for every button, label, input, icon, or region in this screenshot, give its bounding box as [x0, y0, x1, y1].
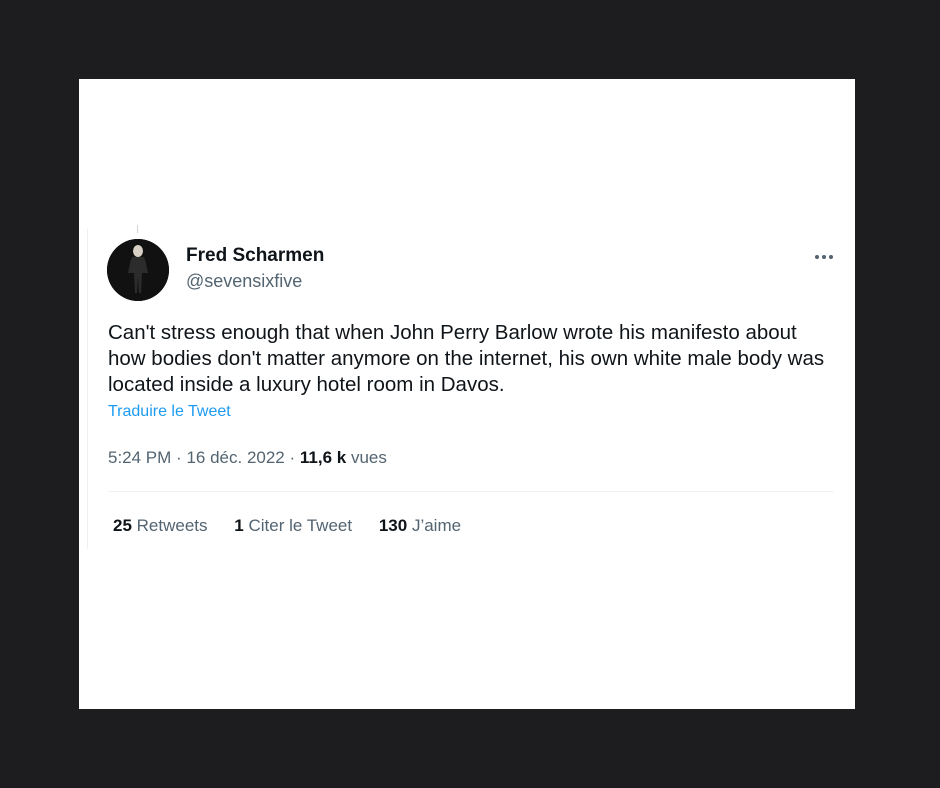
avatar[interactable] [107, 239, 169, 301]
retweets-count: 25 [113, 516, 132, 535]
translate-link[interactable]: Traduire le Tweet [108, 403, 231, 421]
screenshot-card: Fred Scharmen @sevensixfive Can't stress… [79, 79, 855, 709]
divider [108, 491, 834, 492]
meta-separator: · [176, 448, 182, 467]
likes-stat[interactable]: 130 J’aime [379, 516, 461, 536]
meta-separator: · [289, 448, 296, 467]
more-options-icon[interactable] [809, 247, 839, 267]
person-silhouette-icon [107, 239, 169, 301]
thread-line [87, 229, 88, 549]
retweets-label: Retweets [136, 516, 208, 535]
quotes-count: 1 [234, 516, 244, 535]
author-handle[interactable]: @sevensixfive [186, 271, 302, 292]
tweet: Fred Scharmen @sevensixfive Can't stress… [87, 225, 839, 549]
tweet-time[interactable]: 5:24 PM [108, 448, 171, 467]
author-name[interactable]: Fred Scharmen [186, 245, 324, 267]
tweet-metadata: 5:24 PM · 16 déc. 2022 · 11,6 k vues [108, 448, 387, 468]
quotes-label: Citer le Tweet [248, 516, 353, 535]
views-label: vues [350, 448, 387, 467]
thread-connector [137, 225, 138, 233]
tweet-stats: 25 Retweets 1 Citer le Tweet 130 J’aime [113, 516, 483, 536]
retweets-stat[interactable]: 25 Retweets [113, 516, 208, 536]
tweet-text: Can't stress enough that when John Perry… [108, 321, 825, 396]
views-count: 11,6 k [299, 448, 347, 467]
likes-count: 130 [378, 516, 408, 535]
likes-label: J’aime [411, 516, 462, 535]
quotes-stat[interactable]: 1 Citer le Tweet [234, 516, 352, 536]
tweet-date[interactable]: 16 déc. 2022 [186, 448, 284, 467]
